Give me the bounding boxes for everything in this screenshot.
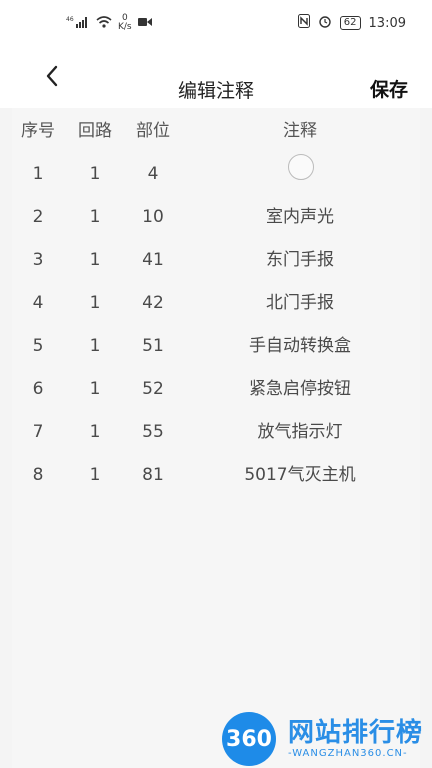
page-title: 编辑注释 [177,80,254,102]
column-header-note: 注释 [283,121,317,141]
cell-loop: 1 [89,465,101,485]
column-header-loop: 回路 [78,121,112,141]
cell-loop: 1 [89,207,101,227]
clock: 13:09 [368,15,406,31]
cell-seq: 7 [32,422,44,442]
cell-seq: 1 [32,164,44,184]
table-row[interactable]: 3 1 41 东门手报 [12,239,420,282]
table-row[interactable]: 8 1 81 5017气灭主机 [12,454,420,497]
cell-loop: 1 [89,422,101,442]
note-input[interactable]: 室内声光 [212,196,388,239]
table-row[interactable]: 2 1 10 室内声光 [12,196,420,239]
save-button[interactable]: 保存 [370,75,408,102]
column-header-part: 部位 [136,121,170,141]
alarm-icon [318,14,332,32]
cell-seq: 5 [32,336,44,356]
cell-loop: 1 [89,164,101,184]
net-speed: 0 K/s [118,14,132,32]
loading-spinner-icon [288,154,314,180]
watermark-subtitle: -WANGZHAN360.CN- [288,748,408,759]
signal-icon: 46 [66,15,90,32]
cell-seq: 8 [32,465,44,485]
cell-seq: 6 [32,379,44,399]
video-icon [137,17,152,30]
wifi-icon [96,15,112,32]
annotation-table: 序号 回路 部位 注释 1 1 4 2 1 10 室内声光 3 1 41 东门手… [12,108,420,768]
table-row[interactable]: 6 1 52 紧急启停按钮 [12,368,420,411]
note-input[interactable]: 北门手报 [212,282,388,325]
table-row[interactable]: 7 1 55 放气指示灯 [12,411,420,454]
status-left: 46 0 K/s [66,14,152,32]
battery-indicator: 62 [339,16,361,30]
nfc-icon [297,14,310,32]
cell-part: 10 [142,207,164,227]
table-row[interactable]: 4 1 42 北门手报 [12,282,420,325]
table-header: 序号 回路 部位 注释 [12,110,420,153]
cell-part: 4 [147,164,159,184]
watermark-badge: 360 [222,712,276,766]
cell-loop: 1 [89,379,101,399]
cell-part: 52 [142,379,164,399]
cell-part: 42 [142,293,164,313]
svg-text:46: 46 [66,16,74,23]
note-input[interactable]: 东门手报 [212,239,388,282]
cell-seq: 4 [32,293,44,313]
note-input[interactable]: 放气指示灯 [212,411,388,454]
cell-seq: 3 [32,250,44,270]
watermark-logo: 360 网站排行榜 -WANGZHAN360.CN- [222,706,432,768]
cell-part: 55 [142,422,164,442]
cell-loop: 1 [89,293,101,313]
status-right: 62 13:09 [297,14,406,32]
cell-part: 51 [142,336,164,356]
net-speed-unit: K/s [118,22,132,32]
app-header: 编辑注释 保存 [0,44,432,108]
note-input[interactable]: 5017气灭主机 [212,454,388,497]
cell-seq: 2 [32,207,44,227]
table-row[interactable]: 5 1 51 手自动转换盒 [12,325,420,368]
table-row[interactable]: 1 1 4 [12,153,420,196]
cell-loop: 1 [89,336,101,356]
note-input[interactable]: 手自动转换盒 [212,325,388,368]
cell-part: 41 [142,250,164,270]
watermark-title: 网站排行榜 [288,718,424,748]
cell-loop: 1 [89,250,101,270]
column-header-seq: 序号 [21,121,55,141]
cell-part: 81 [142,465,164,485]
status-bar: 46 0 K/s 62 13:09 [0,0,432,44]
note-input[interactable]: 紧急启停按钮 [212,368,388,411]
